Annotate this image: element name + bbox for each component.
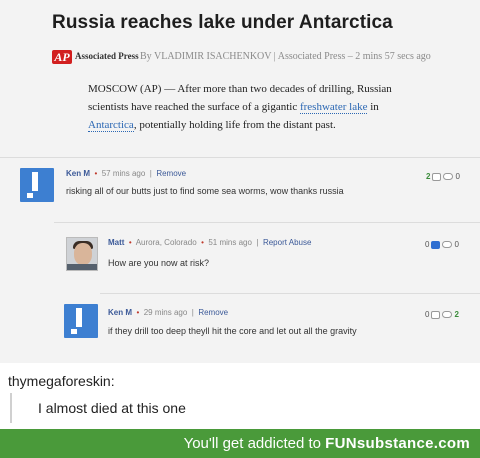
downvote-count: 0: [455, 172, 460, 181]
comment-text: How are you now at risk?: [108, 258, 210, 268]
remove-link[interactable]: Remove: [156, 169, 186, 178]
thumbs-down-icon[interactable]: [442, 311, 453, 318]
comment-time: 57 mins ago: [101, 169, 146, 178]
divider: [0, 157, 480, 158]
article-screenshot: Russia reaches lake under Antarctica AP …: [0, 0, 480, 363]
thumbs-up-icon[interactable]: [431, 310, 441, 319]
thumbs-down-icon[interactable]: [443, 173, 454, 180]
comment-votes: 0 2: [425, 310, 459, 319]
quote-bar: [10, 393, 12, 423]
thumbs-up-icon[interactable]: [432, 172, 442, 181]
remove-link[interactable]: Remove: [198, 308, 228, 317]
ken-m-avatar-icon[interactable]: [20, 168, 54, 202]
article-body: MOSCOW (AP) — After more than two decade…: [88, 80, 428, 134]
comment-meta: Ken M • 29 mins ago | Remove: [108, 308, 229, 317]
source-name: Associated Press: [75, 51, 139, 61]
body-text: in: [367, 101, 379, 113]
divider: [54, 222, 480, 223]
antarctica-link[interactable]: Antarctica: [88, 119, 134, 132]
article-byline: By VLADIMIR ISACHENKOV | Associated Pres…: [140, 51, 431, 62]
body-text: , potentially holding life from the dist…: [133, 119, 336, 131]
divider: [100, 293, 480, 294]
comment-text: if they drill too deep theyll hit the co…: [108, 326, 357, 336]
thumbs-down-icon[interactable]: [442, 241, 453, 248]
comment-meta: Ken M • 57 mins ago | Remove: [66, 169, 187, 178]
comment-votes: 0 0: [425, 240, 459, 249]
comment-time: 51 mins ago: [208, 238, 252, 247]
footer-tagline: You'll get addicted to FUNsubstance.com: [184, 435, 470, 452]
matt-avatar[interactable]: [66, 237, 98, 271]
article-headline: Russia reaches lake under Antarctica: [52, 12, 393, 33]
report-abuse-link[interactable]: Report Abuse: [263, 238, 311, 247]
post-reply: I almost died at this one: [38, 400, 186, 416]
comment-meta: Matt • Aurora, Colorado • 51 mins ago | …: [108, 238, 312, 247]
comment-author[interactable]: Ken M: [108, 308, 132, 317]
upvote-count: 2: [426, 172, 431, 181]
comment-votes: 2 0: [426, 172, 460, 181]
ap-logo: AP: [52, 50, 72, 64]
freshwater-lake-link[interactable]: freshwater lake: [299, 101, 368, 114]
footer-banner: You'll get addicted to FUNsubstance.com: [0, 429, 480, 458]
upvote-count: 0: [425, 240, 430, 249]
comment-author[interactable]: Matt: [108, 238, 124, 247]
comment-text: risking all of our butts just to find so…: [66, 186, 344, 196]
upvote-count: 0: [425, 310, 430, 319]
comment-location: Aurora, Colorado: [135, 238, 197, 247]
downvote-count: 2: [454, 310, 459, 319]
downvote-count: 0: [454, 240, 459, 249]
comment-author[interactable]: Ken M: [66, 169, 90, 178]
comment-time: 29 mins ago: [143, 308, 188, 317]
thumbs-up-icon[interactable]: [431, 240, 441, 249]
footer-tagline-text: You'll get addicted to: [183, 435, 326, 452]
ken-m-avatar-icon[interactable]: [64, 304, 98, 338]
post-username[interactable]: thymegaforeskin:: [8, 373, 115, 389]
footer-brand[interactable]: FUNsubstance.com: [325, 435, 470, 452]
